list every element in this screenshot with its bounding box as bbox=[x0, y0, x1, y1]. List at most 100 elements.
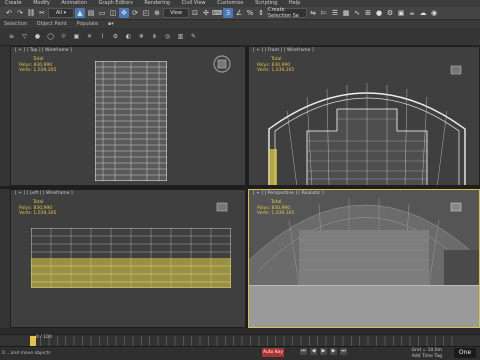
time-slider[interactable]: 0 / 100 bbox=[0, 334, 480, 346]
select-object-icon[interactable]: ▲ bbox=[75, 8, 85, 18]
freeze-icon[interactable]: ❄ bbox=[138, 33, 145, 40]
playback-controls: ⏮ ◀ ▶ ▶ ⏭ bbox=[300, 348, 347, 355]
viewport-divider-horizontal[interactable] bbox=[0, 186, 480, 189]
camera-icon[interactable]: ▣ bbox=[73, 33, 80, 40]
rect-select-icon[interactable]: ▭ bbox=[97, 8, 107, 18]
visibility-icon[interactable]: ◐ bbox=[125, 33, 132, 40]
percent-snap-icon[interactable]: % bbox=[245, 8, 255, 18]
polys-value: 830,990 bbox=[271, 62, 291, 68]
rotate-icon[interactable]: ⟳ bbox=[130, 8, 140, 18]
top-view-wireframe bbox=[95, 61, 167, 181]
select-by-name-icon[interactable]: ▤ bbox=[86, 8, 96, 18]
menu-create[interactable]: Create bbox=[0, 0, 27, 7]
spinner-snap-icon[interactable]: ⇕ bbox=[256, 8, 266, 18]
goto-start-icon[interactable]: ⏮ bbox=[300, 348, 307, 355]
menu-customize[interactable]: Customize bbox=[212, 0, 248, 7]
render-setup-icon[interactable]: ⚙ bbox=[385, 8, 395, 18]
pivot-icon[interactable]: ⊡ bbox=[190, 8, 200, 18]
schematic-icon[interactable]: ⊞ bbox=[363, 8, 373, 18]
reference-coord-dropdown[interactable]: View bbox=[163, 8, 189, 18]
verts-label: Verts: bbox=[19, 68, 32, 73]
menu-rendering[interactable]: Rendering bbox=[139, 0, 175, 7]
undo-icon[interactable]: ↶ bbox=[4, 8, 14, 18]
timeline-ticks bbox=[40, 336, 460, 346]
verts-label: Verts: bbox=[257, 211, 270, 216]
polys-label: Polys: bbox=[257, 205, 271, 211]
viewcube-icon[interactable] bbox=[213, 198, 231, 216]
geometry-icon[interactable]: ● bbox=[34, 33, 41, 40]
link-icon[interactable]: ⛓ bbox=[26, 8, 36, 18]
viewport-perspective-label[interactable]: [ + ] [ Perspective ] [ Realistic ] bbox=[253, 191, 324, 196]
prev-frame-icon[interactable]: ◀ bbox=[310, 348, 317, 355]
material-editor-icon[interactable]: ● bbox=[374, 8, 384, 18]
redo-icon[interactable]: ↷ bbox=[15, 8, 25, 18]
viewport-front-label[interactable]: [ + ] [ Front ] [ Wireframe ] bbox=[253, 48, 314, 53]
play-icon[interactable]: ▶ bbox=[320, 348, 327, 355]
align-icon[interactable]: ⊨ bbox=[319, 8, 329, 18]
graphite-icon[interactable]: ▦ bbox=[341, 8, 351, 18]
left-view-wireframe bbox=[31, 228, 231, 288]
shape-icon[interactable]: ◯ bbox=[47, 33, 54, 40]
render-icon[interactable]: ☕ bbox=[407, 8, 417, 18]
utilities-icon[interactable]: ✎ bbox=[190, 33, 197, 40]
scale-icon[interactable]: ◰ bbox=[141, 8, 151, 18]
ribbon-object-paint[interactable]: Object Paint bbox=[33, 21, 71, 27]
auto-key-button[interactable]: Auto Key bbox=[262, 348, 284, 357]
system-icon[interactable]: ⚙ bbox=[112, 33, 119, 40]
curve-editor-icon[interactable]: ∿ bbox=[352, 8, 362, 18]
layer-icon[interactable]: ☰ bbox=[330, 8, 340, 18]
keyboard-shortcut-icon[interactable]: ⌨ bbox=[212, 8, 222, 18]
viewport-left[interactable]: [ + ] [ Left ] [ Wireframe ] Total Polys… bbox=[10, 189, 246, 328]
place-icon[interactable]: ⊕ bbox=[152, 8, 162, 18]
ribbon-populate[interactable]: Populate bbox=[72, 21, 102, 27]
light-icon[interactable]: ☼ bbox=[60, 33, 67, 40]
ribbon-expand-icon[interactable]: ▪▾ bbox=[104, 21, 118, 27]
grid-readout: Grid = 10.0m bbox=[411, 348, 442, 353]
spacewarp-icon[interactable]: ⌇ bbox=[99, 33, 106, 40]
menu-graph-editors[interactable]: Graph Editors bbox=[93, 0, 137, 7]
a360-icon[interactable]: ◉ bbox=[429, 8, 439, 18]
snap-icon[interactable]: 3 bbox=[223, 8, 233, 18]
angle-snap-icon[interactable]: ∠ bbox=[234, 8, 244, 18]
viewport-top-label[interactable]: [ + ] [ Top ] [ Wireframe ] bbox=[15, 48, 72, 53]
select-manipulate-icon[interactable]: ✣ bbox=[201, 8, 211, 18]
menu-help[interactable]: Help bbox=[284, 0, 305, 7]
viewcube-icon[interactable] bbox=[447, 61, 465, 79]
viewcube-icon[interactable] bbox=[447, 198, 465, 216]
mirror-icon[interactable]: ⇋ bbox=[308, 8, 318, 18]
status-bar: 0 ...and move objects Grid = 10.0m Add T… bbox=[0, 346, 480, 360]
viewport-left-label[interactable]: [ + ] [ Left ] [ Wireframe ] bbox=[15, 191, 73, 196]
viewport-perspective[interactable]: [ + ] [ Perspective ] [ Realistic ] Tota… bbox=[248, 189, 480, 328]
ribbon-selection[interactable]: Selection bbox=[0, 21, 31, 27]
menu-civil-view[interactable]: Civil View bbox=[177, 0, 211, 7]
move-icon[interactable]: ✥ bbox=[119, 8, 129, 18]
window-crossing-icon[interactable]: ◫ bbox=[108, 8, 118, 18]
stats-top: Total Polys: 830,990 Verts: 1,039,305 bbox=[19, 57, 56, 74]
menu-modify[interactable]: Modify bbox=[28, 0, 55, 7]
unlink-icon[interactable]: ✂ bbox=[37, 8, 47, 18]
render-frame-icon[interactable]: ▣ bbox=[396, 8, 406, 18]
polys-value: 830,990 bbox=[33, 62, 53, 68]
verts-label: Verts: bbox=[19, 211, 32, 216]
render-cloud-icon[interactable]: ☁ bbox=[418, 8, 428, 18]
hierarchy-icon[interactable]: ⋔ bbox=[151, 33, 158, 40]
viewcube-icon[interactable] bbox=[213, 55, 231, 73]
polys-value: 830,990 bbox=[271, 205, 291, 211]
viewport-menu-icon[interactable]: ≡ bbox=[8, 33, 15, 40]
display-icon[interactable]: ▥ bbox=[177, 33, 184, 40]
menu-bar: Create Modify Animation Graph Editors Re… bbox=[0, 0, 480, 7]
viewport-front[interactable]: [ + ] [ Front ] [ Wireframe ] Total Poly… bbox=[248, 46, 480, 186]
verts-value: 1,039,305 bbox=[33, 68, 57, 73]
goto-end-icon[interactable]: ⏭ bbox=[340, 348, 347, 355]
motion-icon[interactable]: ◎ bbox=[164, 33, 171, 40]
helper-icon[interactable]: ✕ bbox=[86, 33, 93, 40]
menu-scripting[interactable]: Scripting bbox=[250, 0, 282, 7]
add-time-tag[interactable]: Add Time Tag bbox=[412, 354, 442, 359]
menu-animation[interactable]: Animation bbox=[56, 0, 92, 7]
status-message: 0 ...and move objects bbox=[2, 351, 51, 356]
next-frame-icon[interactable]: ▶ bbox=[330, 348, 337, 355]
selection-filter-dropdown[interactable]: All ▾ bbox=[48, 8, 74, 18]
viewport-top[interactable]: [ + ] [ Top ] [ Wireframe ] Total Polys:… bbox=[10, 46, 246, 186]
filter-icon[interactable]: ▽ bbox=[21, 33, 28, 40]
named-selection-dropdown[interactable]: Create Selection Se bbox=[267, 7, 307, 19]
